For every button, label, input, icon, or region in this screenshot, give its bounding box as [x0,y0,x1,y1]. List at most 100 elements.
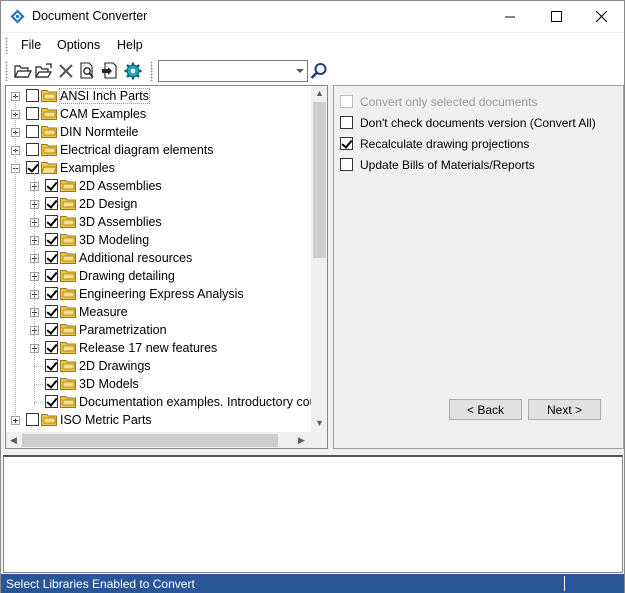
tree-item[interactable]: Release 17 new features [6,339,311,357]
folder-icon [60,377,76,390]
tree-item[interactable]: 3D Assemblies [6,213,311,231]
option-checkbox[interactable] [340,158,353,171]
tree-item-checkbox[interactable] [45,323,58,336]
tree-item-checkbox[interactable] [45,251,58,264]
tree-item-label: Drawing detailing [79,269,175,283]
tree-item-checkbox[interactable] [45,341,58,354]
next-button[interactable]: Next > [528,399,601,420]
tree-item[interactable]: 2D Assemblies [6,177,311,195]
menu-help[interactable]: Help [117,38,143,52]
tree-horizontal-scroll-thumb[interactable] [22,434,278,447]
scroll-down-icon[interactable]: ▼ [315,418,324,428]
tree-item-checkbox[interactable] [45,233,58,246]
tree-item-checkbox[interactable] [26,125,39,138]
option-row[interactable]: Update Bills of Materials/Reports [340,156,620,174]
tree-item-checkbox[interactable] [45,215,58,228]
folder-icon [60,179,76,192]
tree-horizontal-scrollbar[interactable]: ◀ ▶ [6,432,311,448]
tree-item-checkbox[interactable] [26,143,39,156]
tree-item[interactable]: 3D Models [6,375,311,393]
tree-item-checkbox[interactable] [45,359,58,372]
folder-icon [41,89,57,102]
tree-item[interactable]: 2D Drawings [6,357,311,375]
tree-item-checkbox[interactable] [45,179,58,192]
library-tree[interactable]: ANSI Inch Parts CAM Examples DIN Normteile… [5,85,328,449]
tree-item-checkbox[interactable] [26,107,39,120]
open-folder-icon [14,65,32,78]
tree-connector [34,384,44,385]
preview-button[interactable] [78,61,98,81]
tree-item-checkbox[interactable] [26,413,39,426]
delete-button[interactable] [56,61,76,81]
tree-item[interactable]: Measure [6,303,311,321]
tree-item[interactable]: DIN Normteile [6,123,311,141]
option-row: Convert only selected documents [340,93,620,111]
tree-item-checkbox[interactable] [45,305,58,318]
option-row[interactable]: Recalculate drawing projections [340,135,620,153]
folder-icon [41,413,57,426]
tree-vertical-scrollbar[interactable]: ▲ ▼ [311,86,327,432]
option-checkbox [340,95,353,108]
tree-item[interactable]: ISO Metric Parts [6,411,311,429]
tree-item[interactable]: 3D Modeling [6,231,311,249]
option-label: Recalculate drawing projections [360,137,530,151]
option-row[interactable]: Don't check documents version (Convert A… [340,114,620,132]
tree-item[interactable]: Examples [6,159,311,177]
back-button[interactable]: < Back [449,399,522,420]
scroll-left-icon[interactable]: ◀ [10,435,17,446]
status-separator [564,576,565,591]
maximize-button[interactable] [533,1,579,32]
folder-icon [60,341,76,354]
search-button[interactable] [309,60,329,82]
tree-vertical-scroll-thumb[interactable] [313,102,326,258]
maximize-icon [550,11,562,22]
tree-item[interactable]: Engineering Express Analysis [6,285,311,303]
tree-item[interactable]: 2D Design [6,195,311,213]
tree-item[interactable]: Documentation examples. Introductory cou [6,393,317,411]
status-bar: Select Libraries Enabled to Convert [1,574,624,593]
menu-file[interactable]: File [21,38,41,52]
tree-item-checkbox[interactable] [45,197,58,210]
tree-item[interactable]: Electrical diagram elements [6,141,311,159]
open-with-arrow-button[interactable] [34,61,54,81]
tree-connector [34,366,44,367]
scroll-up-icon[interactable]: ▲ [315,88,324,98]
folder-icon [60,287,76,300]
tree-item-label: DIN Normteile [60,125,139,139]
tree-item-checkbox[interactable] [45,395,58,408]
tree-item-checkbox[interactable] [45,287,58,300]
tree-item[interactable]: Additional resources [6,249,311,267]
chevron-down-icon [296,69,304,73]
tree-item[interactable]: ANSI Inch Parts [6,87,311,105]
log-output-area[interactable] [3,455,623,573]
filter-combo[interactable] [158,60,308,82]
settings-button[interactable] [123,61,143,81]
tree-item[interactable]: CAM Examples [6,105,311,123]
tree-item-checkbox[interactable] [26,89,39,102]
tree-item-checkbox[interactable] [26,161,39,174]
option-checkbox[interactable] [340,137,353,150]
window-title: Document Converter [32,9,148,23]
folder-icon [60,233,76,246]
folder-icon [60,323,76,336]
tree-item-label: 3D Models [79,377,139,391]
open-button[interactable] [13,61,33,81]
tree-item[interactable]: Parametrization [6,321,311,339]
minimize-icon [504,16,515,18]
minimize-button[interactable] [487,1,533,32]
app-icon [10,9,25,24]
status-text: Select Libraries Enabled to Convert [6,577,195,591]
tree-item-label: Release 17 new features [79,341,218,355]
tree-item-checkbox[interactable] [45,269,58,282]
scroll-right-icon[interactable]: ▶ [298,435,305,446]
tree-item[interactable]: Drawing detailing [6,267,311,285]
option-checkbox[interactable] [340,116,353,129]
export-button[interactable] [100,61,120,81]
tree-item-label: 3D Modeling [79,233,150,247]
scroll-corner [311,432,327,448]
tree-item-label: Parametrization [79,323,167,337]
tree-item-checkbox[interactable] [45,377,58,390]
close-button[interactable] [578,1,624,32]
tree-connector [34,402,44,403]
menu-options[interactable]: Options [57,38,100,52]
